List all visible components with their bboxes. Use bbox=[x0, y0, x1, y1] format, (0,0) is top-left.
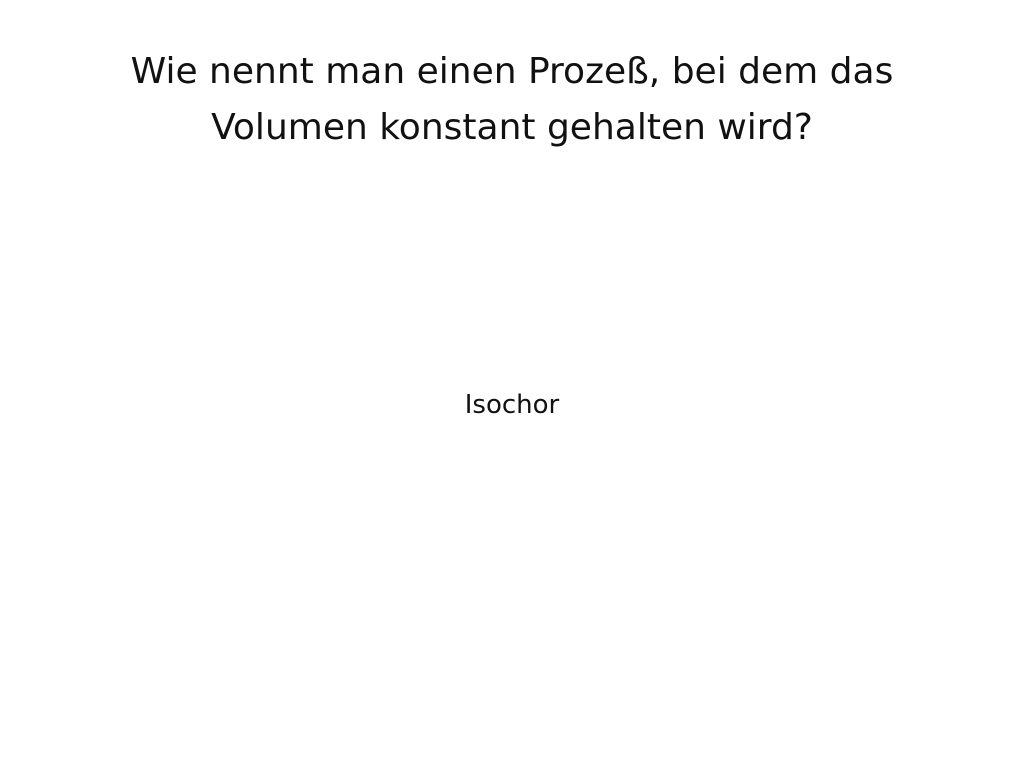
question-line-1: Wie nennt man einen Prozeß, bei dem das bbox=[130, 51, 894, 92]
question-line-2: Volumen konstant gehalten wird? bbox=[211, 107, 813, 148]
flashcard-slide: Wie nennt man einen Prozeß, bei dem das … bbox=[0, 0, 1024, 768]
question-text: Wie nennt man einen Prozeß, bei dem das … bbox=[100, 44, 924, 156]
answer-text: Isochor bbox=[464, 390, 560, 420]
